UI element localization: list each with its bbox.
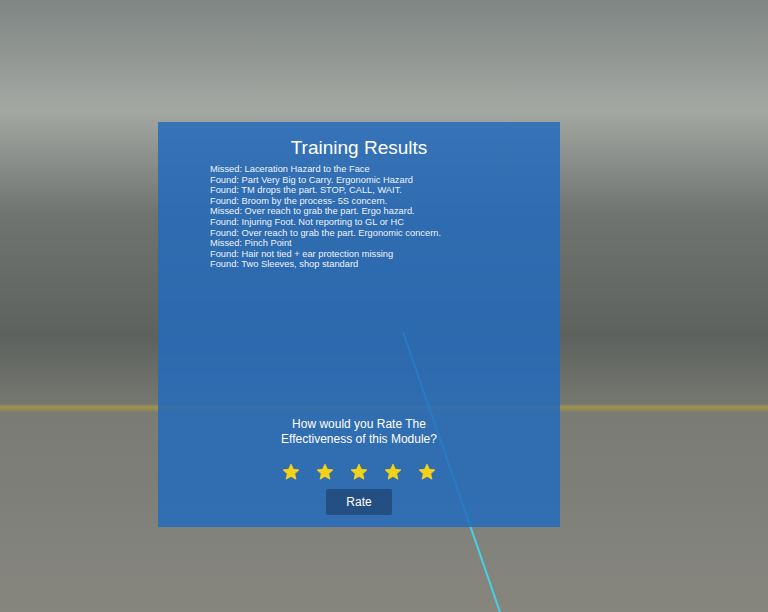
panel-wrap: Training Results Missed: Laceration Hazar… bbox=[0, 0, 768, 527]
result-item: Found: Broom by the process- 5S concern. bbox=[210, 196, 544, 207]
star-icon[interactable] bbox=[384, 463, 402, 481]
result-item: Found: Part Very Big to Carry. Ergonomic… bbox=[210, 175, 544, 186]
result-item: Missed: Over reach to grab the part. Erg… bbox=[210, 206, 544, 217]
vr-scene: Training Results Missed: Laceration Hazar… bbox=[0, 0, 768, 612]
result-item: Found: Over reach to grab the part. Ergo… bbox=[210, 228, 544, 239]
rating-question: How would you Rate TheEffectiveness of t… bbox=[174, 417, 544, 447]
result-item: Found: Two Sleeves, shop standard bbox=[210, 259, 544, 270]
button-row: Rate bbox=[174, 489, 544, 515]
result-item: Missed: Laceration Hazard to the Face bbox=[210, 164, 544, 175]
result-item: Found: TM drops the part. STOP, CALL, WA… bbox=[210, 185, 544, 196]
rate-button[interactable]: Rate bbox=[326, 489, 392, 515]
result-item: Missed: Pinch Point bbox=[210, 238, 544, 249]
question-line: Effectiveness of this Module? bbox=[174, 432, 544, 447]
star-icon[interactable] bbox=[316, 463, 334, 481]
question-line: How would you Rate The bbox=[174, 417, 544, 432]
result-item: Found: Hair not tied + ear protection mi… bbox=[210, 249, 544, 260]
panel-title: Training Results bbox=[174, 136, 544, 160]
star-icon[interactable] bbox=[418, 463, 436, 481]
star-icon[interactable] bbox=[282, 463, 300, 481]
results-list: Missed: Laceration Hazard to the FaceFou… bbox=[174, 164, 544, 270]
results-panel: Training Results Missed: Laceration Hazar… bbox=[158, 122, 560, 527]
spacer bbox=[174, 270, 544, 417]
star-rating[interactable] bbox=[174, 463, 544, 481]
result-item: Found: Injuring Foot. Not reporting to G… bbox=[210, 217, 544, 228]
star-icon[interactable] bbox=[350, 463, 368, 481]
